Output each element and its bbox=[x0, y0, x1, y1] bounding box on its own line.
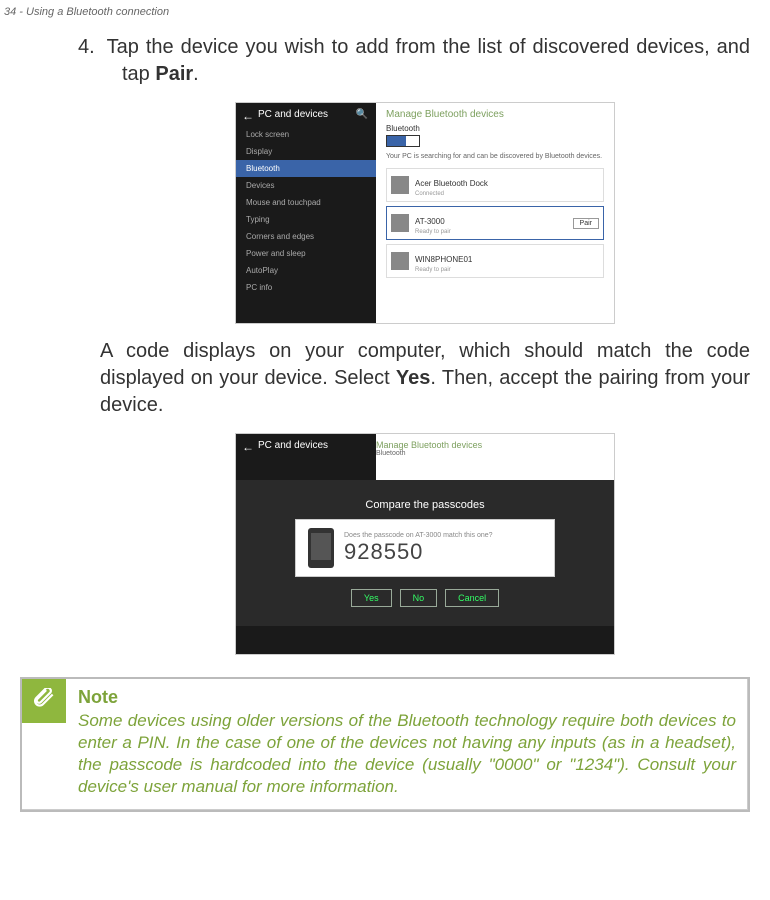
note-text: Note Some devices using older versions o… bbox=[66, 679, 748, 810]
sidebar-item: Lock screen bbox=[236, 126, 376, 143]
mid-paragraph: A code displays on your computer, which … bbox=[100, 338, 750, 419]
sidebar-item: Display bbox=[236, 143, 376, 160]
passcode-buttons: Yes No Cancel bbox=[351, 589, 499, 607]
ss1-desc: Your PC is searching for and can be disc… bbox=[386, 153, 604, 160]
note-icon bbox=[22, 679, 66, 723]
ss2-panel-title: PC and devices bbox=[236, 434, 376, 457]
page-content: 4. Tap the device you wish to add from t… bbox=[0, 0, 770, 655]
passcode-box: Does the passcode on AT-3000 match this … bbox=[295, 519, 555, 577]
code-area: Does the passcode on AT-3000 match this … bbox=[344, 532, 493, 565]
step-text: Tap the device you wish to add from the … bbox=[107, 36, 750, 85]
ss1-manage-title: Manage Bluetooth devices bbox=[386, 109, 604, 120]
device-icon bbox=[391, 252, 409, 270]
note-box: Note Some devices using older versions o… bbox=[20, 677, 750, 812]
device-icon bbox=[391, 214, 409, 232]
device-sub: Ready to pair bbox=[415, 229, 451, 235]
ss2-bt-label: Bluetooth bbox=[376, 450, 482, 457]
sidebar-item: AutoPlay bbox=[236, 262, 376, 279]
device-sub: Ready to pair bbox=[415, 267, 472, 273]
step-after: . bbox=[193, 63, 199, 85]
device-row: WIN8PHONE01 Ready to pair bbox=[386, 244, 604, 278]
step-4: 4. Tap the device you wish to add from t… bbox=[100, 34, 750, 88]
ss1-sidebar: ← PC and devices 🔍 Lock screen Display B… bbox=[236, 103, 376, 323]
device-name: Acer Bluetooth Dock bbox=[415, 179, 488, 188]
cancel-button: Cancel bbox=[445, 589, 499, 607]
yes-button: Yes bbox=[351, 589, 392, 607]
sidebar-item: Corners and edges bbox=[236, 228, 376, 245]
ss2-overlay: Compare the passcodes Does the passcode … bbox=[236, 480, 614, 626]
screenshot-2-wrap: ← PC and devices Manage Bluetooth device… bbox=[100, 433, 750, 655]
pair-button: Pair bbox=[573, 218, 599, 229]
device-row: AT-3000 Ready to pair Pair bbox=[386, 206, 604, 240]
sidebar-item: Power and sleep bbox=[236, 245, 376, 262]
device-name: WIN8PHONE01 bbox=[415, 255, 472, 264]
note-title: Note bbox=[78, 687, 736, 708]
running-header: 34 - Using a Bluetooth connection bbox=[4, 6, 169, 18]
back-icon: ← bbox=[242, 440, 254, 454]
sidebar-item: PC info bbox=[236, 279, 376, 296]
ss2-top-right: Manage Bluetooth devices Bluetooth bbox=[376, 440, 482, 457]
sidebar-item-bluetooth: Bluetooth bbox=[236, 160, 376, 177]
ss2-top: ← PC and devices Manage Bluetooth device… bbox=[236, 434, 614, 480]
bluetooth-toggle bbox=[386, 135, 420, 147]
phone-icon bbox=[308, 528, 334, 568]
paperclip-icon bbox=[31, 688, 57, 714]
ss2-manage-title: Manage Bluetooth devices bbox=[376, 440, 482, 450]
sidebar-item: Devices bbox=[236, 177, 376, 194]
mid-yes: Yes bbox=[396, 367, 430, 389]
compare-title: Compare the passcodes bbox=[365, 499, 484, 511]
ss2-bottom-bar bbox=[236, 626, 614, 654]
ss1-main: Manage Bluetooth devices Bluetooth Your … bbox=[376, 103, 614, 323]
ss2-sidebar-top: ← PC and devices bbox=[236, 434, 376, 480]
device-row: Acer Bluetooth Dock Connected bbox=[386, 168, 604, 202]
step-bold: Pair bbox=[155, 63, 193, 85]
passcode-hint: Does the passcode on AT-3000 match this … bbox=[344, 532, 493, 539]
screenshot-2: ← PC and devices Manage Bluetooth device… bbox=[235, 433, 615, 655]
passcode: 928550 bbox=[344, 539, 493, 565]
sidebar-item: Typing bbox=[236, 211, 376, 228]
sidebar-item: Mouse and touchpad bbox=[236, 194, 376, 211]
screenshot-1: ← PC and devices 🔍 Lock screen Display B… bbox=[235, 102, 615, 324]
back-icon: ← bbox=[242, 109, 254, 123]
ss1-bt-label: Bluetooth bbox=[386, 124, 604, 133]
device-name: AT-3000 bbox=[415, 217, 445, 226]
device-icon bbox=[391, 176, 409, 194]
no-button: No bbox=[400, 589, 438, 607]
note-body: Some devices using older versions of the… bbox=[78, 710, 736, 798]
device-sub: Connected bbox=[415, 191, 488, 197]
screenshot-1-wrap: ← PC and devices 🔍 Lock screen Display B… bbox=[100, 102, 750, 324]
search-icon: 🔍 bbox=[356, 109, 368, 120]
